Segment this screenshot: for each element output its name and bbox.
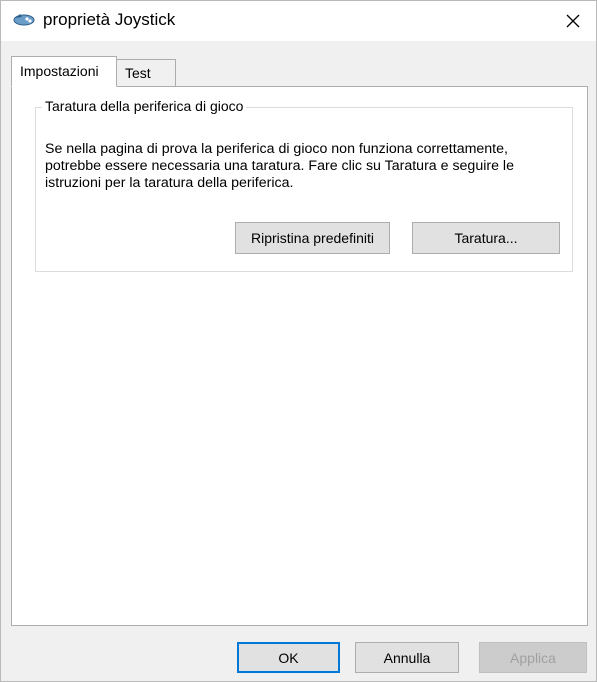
ok-button[interactable]: OK xyxy=(237,642,340,673)
settings-tab-panel: Taratura della periferica di gioco Se ne… xyxy=(11,86,588,626)
apply-button[interactable]: Applica xyxy=(479,642,587,673)
joystick-properties-window: proprietà Joystick Impostazioni Test Tar… xyxy=(0,0,597,682)
reset-defaults-button[interactable]: Ripristina predefiniti xyxy=(235,222,390,254)
tab-impostazioni[interactable]: Impostazioni xyxy=(11,56,117,87)
cancel-button[interactable]: Annulla xyxy=(355,642,459,673)
close-icon xyxy=(566,14,580,28)
tab-test[interactable]: Test xyxy=(116,59,176,87)
groupbox-title: Taratura della periferica di gioco xyxy=(42,98,247,114)
calibration-description: Se nella pagina di prova la periferica d… xyxy=(45,141,514,191)
calibrate-button[interactable]: Taratura... xyxy=(412,222,560,254)
close-button[interactable] xyxy=(550,1,596,41)
calibration-groupbox: Taratura della periferica di gioco Se ne… xyxy=(35,98,573,272)
tab-label: Impostazioni xyxy=(20,63,99,79)
window-title: proprietà Joystick xyxy=(43,10,176,29)
tab-label: Test xyxy=(125,65,151,81)
title-bar: proprietà Joystick xyxy=(1,1,596,41)
joystick-icon xyxy=(12,11,36,27)
